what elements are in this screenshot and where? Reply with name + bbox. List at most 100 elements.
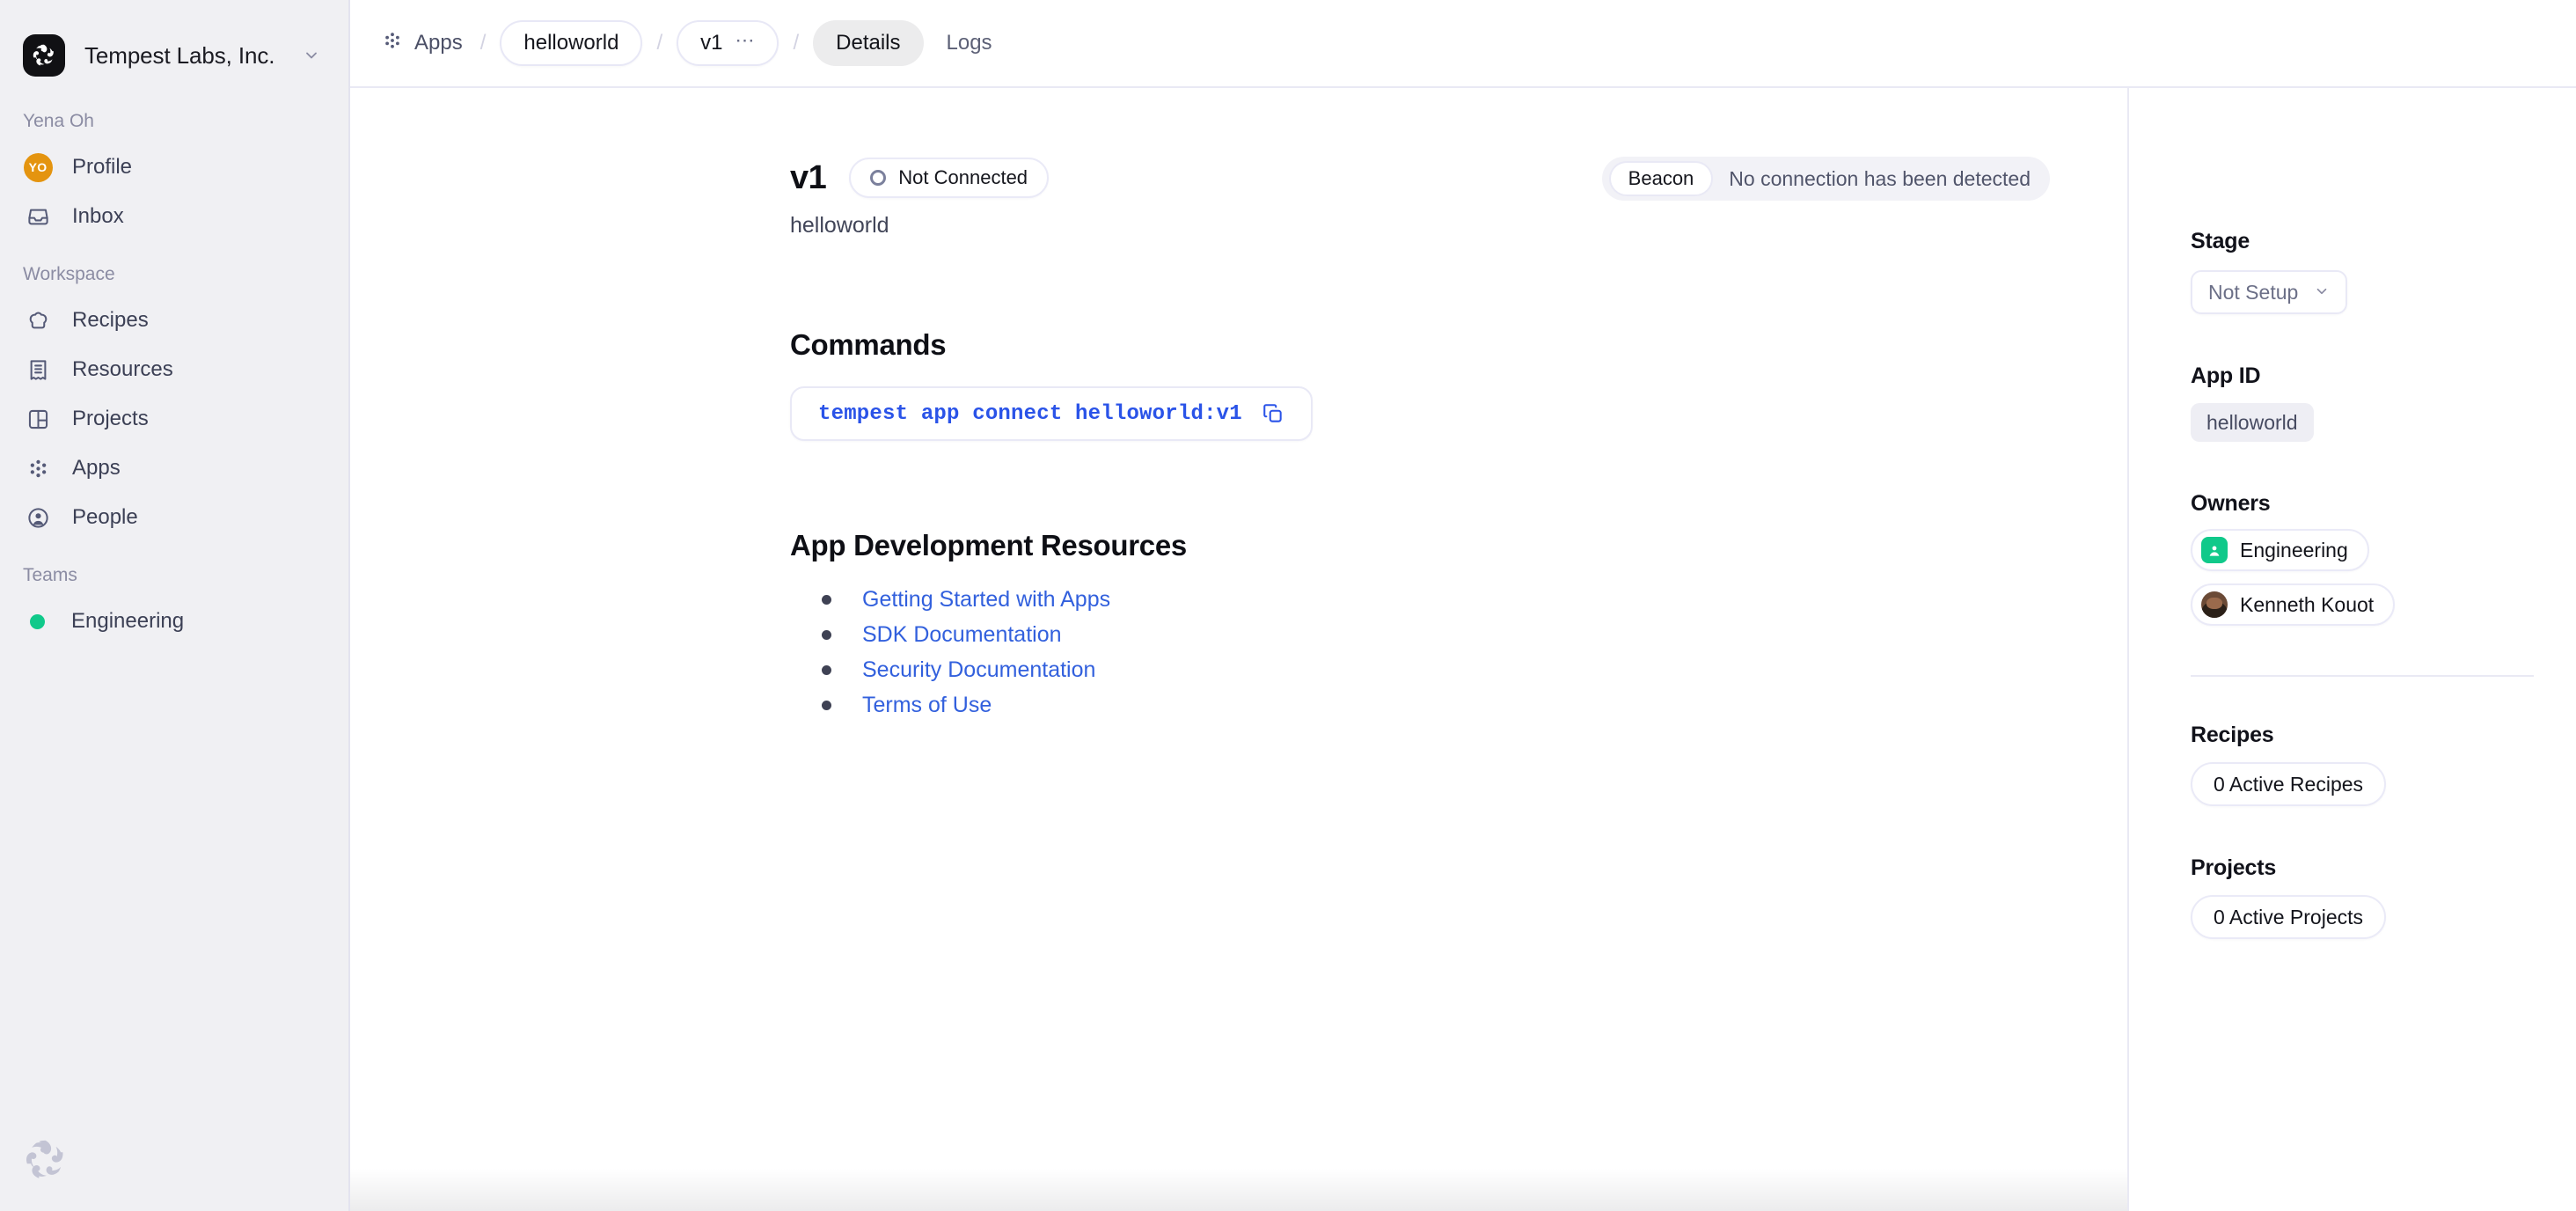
status-ring-icon [870,170,887,186]
sidebar-item-label: Engineering [71,609,185,633]
app-dev-resources-section: App Development Resources Getting Starte… [790,529,2127,723]
active-recipes-pill[interactable]: 0 Active Recipes [2191,762,2387,806]
active-projects-pill[interactable]: 0 Active Projects [2191,895,2387,939]
org-name: Tempest Labs, Inc. [84,41,275,69]
resource-link[interactable]: Getting Started with Apps [862,587,1110,613]
sidebar-section-workspace: Workspace [23,264,115,284]
user-photo-avatar [2201,591,2228,618]
details-content: v1 Not Connected helloworld Beacon No co… [350,88,2127,1211]
app-id-group: App ID helloworld [2191,363,2576,442]
owner-chip-team[interactable]: Engineering [2191,529,2369,571]
bullet-icon [822,700,831,710]
layout-grid-icon [23,404,53,434]
sidebar-section-user: Yena Oh [23,111,94,131]
tab-details[interactable]: Details [813,20,924,66]
owner-chip-person[interactable]: Kenneth Kouot [2191,583,2396,626]
chevron-down-icon[interactable] [303,47,320,64]
owners-label: Owners [2191,491,2271,516]
apps-dots-icon [382,30,403,57]
sidebar-item-profile[interactable]: YO Profile [0,143,348,192]
list-item: Terms of Use [790,687,2127,723]
org-switcher[interactable]: Tempest Labs, Inc. [0,0,348,88]
main-column: Apps / helloworld / v1 ⋯ / Details Logs … [350,0,2576,1211]
sidebar-item-people[interactable]: People [0,493,348,542]
owners-group: Owners Engineering Kenneth Kouot [2191,491,2576,626]
recipes-label: Recipes [2191,723,2274,747]
avatar-initials-icon: YO [23,152,53,182]
sidebar-item-recipes[interactable]: Recipes [0,296,348,345]
list-item: SDK Documentation [790,617,2127,652]
sidebar-item-label: Inbox [72,204,124,228]
chevron-down-icon [2314,281,2330,305]
stage-label: Stage [2191,229,2250,253]
resource-link[interactable]: Security Documentation [862,657,1095,683]
breadcrumb-app-pill[interactable]: helloworld [500,20,643,66]
team-badge-icon [2201,537,2228,563]
sidebar-item-projects[interactable]: Projects [0,394,348,444]
sidebar-item-label: Projects [72,407,149,430]
bullet-icon [822,664,831,675]
resources-list: Getting Started with Apps SDK Documentat… [790,582,2127,723]
copy-icon[interactable] [1262,402,1284,425]
command-row[interactable]: tempest app connect helloworld:v1 [790,386,1313,441]
breadcrumb-topbar: Apps / helloworld / v1 ⋯ / Details Logs [350,0,2576,88]
page-subtitle: helloworld [790,213,889,238]
commands-heading: Commands [790,328,947,361]
stage-value: Not Setup [2208,280,2299,304]
panel-divider [2191,675,2534,677]
spiral-glyph [33,44,54,66]
body-wrap: v1 Not Connected helloworld Beacon No co… [350,88,2576,1211]
bullet-icon [822,594,831,605]
sidebar-item-label: Resources [72,357,173,381]
beacon-message: No connection has been detected [1729,166,2031,190]
sidebar-section-teams: Teams [23,565,77,585]
tab-logs[interactable]: Logs [924,20,1015,66]
breadcrumb-version-label: v1 [700,31,723,55]
resource-link[interactable]: SDK Documentation [862,622,1062,648]
status-badge: Not Connected [849,158,1050,198]
chef-hat-icon [23,305,53,335]
breadcrumb-app-label: helloworld [523,31,619,55]
app-root: Tempest Labs, Inc. Yena Oh YO Profile In… [0,0,2576,1211]
recipes-group: Recipes 0 Active Recipes [2191,723,2576,806]
sidebar-item-engineering-team[interactable]: Engineering [0,597,348,646]
owner-name: Engineering [2240,538,2348,561]
sidebar-item-label: Recipes [72,308,149,332]
sidebar-item-label: Profile [72,155,133,179]
ellipsis-horizontal-icon[interactable]: ⋯ [735,31,755,55]
beacon-label: Beacon [1608,161,1714,196]
breadcrumb-version-pill[interactable]: v1 ⋯ [677,20,779,66]
sidebar-item-label: People [72,505,138,529]
breadcrumb-apps[interactable]: Apps [382,30,466,57]
sidebar-item-label: Apps [72,456,121,480]
resource-link[interactable]: Terms of Use [862,693,992,718]
tempest-spiral-watermark-icon [22,1136,70,1188]
stage-select[interactable]: Not Setup [2191,270,2348,314]
status-badge-label: Not Connected [898,166,1028,188]
tempest-spiral-logo-icon [23,34,65,77]
apps-dots-icon [23,453,53,483]
resources-heading: App Development Resources [790,529,1187,561]
stage-group: Stage Not Setup [2191,229,2576,314]
avatar-initials-label: YO [23,152,53,182]
right-metadata-panel: Stage Not Setup App ID helloworld Owners [2127,88,2576,1211]
projects-label: Projects [2191,855,2277,880]
spiral-watermark-glyph [26,1140,63,1178]
breadcrumb-separator: / [479,31,487,55]
page-title: v1 [790,158,827,196]
sidebar-item-apps[interactable]: Apps [0,444,348,493]
content-bottom-fade [350,1169,2127,1211]
breadcrumb-apps-label: Apps [414,31,463,55]
sidebar-item-resources[interactable]: Resources [0,345,348,394]
breadcrumb-separator: / [793,31,800,55]
status-dot-icon [30,606,45,636]
list-item: Getting Started with Apps [790,582,2127,617]
person-circle-icon [23,503,53,532]
breadcrumb-separator: / [656,31,663,55]
beacon-status: Beacon No connection has been detected [1601,157,2050,201]
app-id-label: App ID [2191,363,2261,388]
app-id-value: helloworld [2191,403,2314,442]
inbox-tray-icon [23,202,53,231]
bullet-icon [822,629,831,640]
sidebar-item-inbox[interactable]: Inbox [0,192,348,241]
